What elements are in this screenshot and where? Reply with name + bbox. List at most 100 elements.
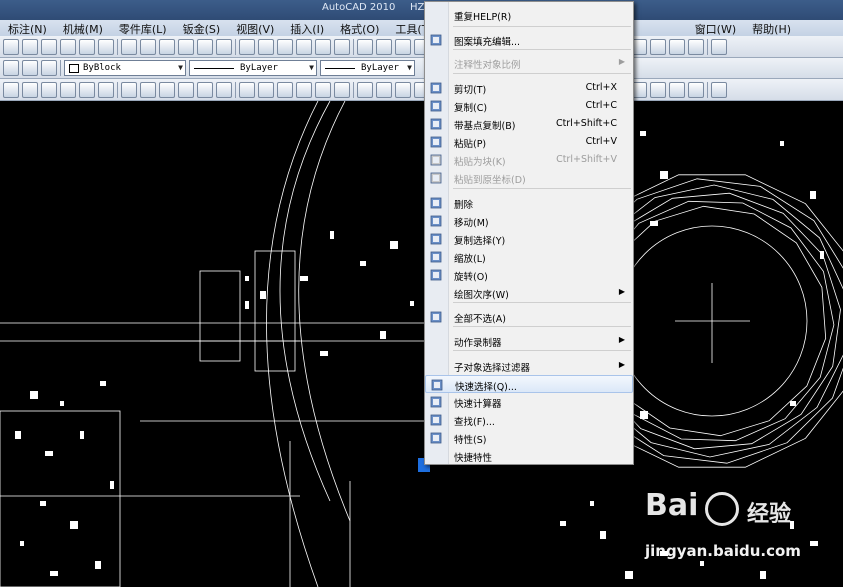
toolbar-icon[interactable] — [197, 38, 213, 55]
context-menu-item[interactable]: 全部不选(A) — [425, 308, 633, 326]
toolbar-icon[interactable] — [41, 81, 57, 98]
menu-item-label: 快捷特性 — [454, 453, 493, 464]
menu-item[interactable] — [671, 20, 687, 36]
context-menu-item[interactable]: 粘贴(P) Ctrl+V — [425, 133, 633, 151]
submenu-arrow-icon: ▶ — [618, 335, 625, 344]
menu-item[interactable]: 钣金(S) — [175, 20, 229, 36]
context-menu-item[interactable]: 复制(C) Ctrl+C — [425, 97, 633, 115]
toolbar-icon[interactable] — [669, 81, 685, 98]
toolbar-icon[interactable] — [376, 38, 392, 55]
toolbar-icon[interactable] — [178, 81, 194, 98]
toolbar-icon[interactable] — [669, 38, 685, 55]
toolbar-icon[interactable] — [98, 81, 114, 98]
toolbar-icon[interactable] — [140, 38, 156, 55]
menu-item[interactable]: 帮助(H) — [744, 20, 799, 36]
cad-marker — [45, 451, 53, 456]
lineweight-combo[interactable]: ByLayer — [320, 60, 415, 76]
toolbar-icon[interactable] — [277, 81, 293, 98]
menu-item[interactable]: 视图(V) — [228, 20, 282, 36]
color-combo[interactable]: ByBlock — [64, 60, 186, 76]
layer-state-icon[interactable] — [22, 60, 38, 76]
toolbar-icon[interactable] — [277, 38, 293, 55]
separator — [235, 38, 236, 55]
toolbar-icon[interactable] — [395, 81, 411, 98]
layer-prev-icon[interactable] — [41, 60, 57, 76]
context-menu-item[interactable]: 快捷特性 — [425, 447, 633, 465]
toolbar-icon[interactable] — [357, 38, 373, 55]
context-menu-item[interactable]: 动作录制器 ▶ — [425, 332, 633, 350]
toolbar-icon[interactable] — [711, 81, 727, 98]
toolbar-icon[interactable] — [395, 38, 411, 55]
menu-item[interactable]: 零件库(L) — [111, 20, 175, 36]
toolbar-icon[interactable] — [159, 38, 175, 55]
cad-marker — [560, 521, 566, 526]
toolbar-icon[interactable] — [711, 38, 727, 55]
toolbar-icon[interactable] — [376, 81, 392, 98]
context-menu-item[interactable]: 图案填充编辑... — [425, 31, 633, 49]
toolbar-icon[interactable] — [688, 81, 704, 98]
toolbar-icon[interactable] — [334, 38, 350, 55]
toolbar-icon[interactable] — [315, 81, 331, 98]
toolbar-icon[interactable] — [60, 38, 76, 55]
toolbar-icon[interactable] — [315, 38, 331, 55]
toolbar-icon[interactable] — [650, 81, 666, 98]
context-menu-item[interactable]: 移动(M) — [425, 212, 633, 230]
toolbar-icon[interactable] — [688, 38, 704, 55]
toolbar-icon[interactable] — [140, 81, 156, 98]
toolbar-icon[interactable] — [79, 81, 95, 98]
toolbar-icon[interactable] — [239, 81, 255, 98]
menu-item[interactable]: 插入(I) — [282, 20, 332, 36]
toolbar-icon[interactable] — [216, 81, 232, 98]
context-menu-item[interactable]: 旋转(O) — [425, 266, 633, 284]
context-menu-item[interactable]: 删除 — [425, 194, 633, 212]
context-menu-item[interactable]: 粘贴为块(K) Ctrl+Shift+V — [425, 151, 633, 169]
toolbar-icon[interactable] — [79, 38, 95, 55]
toolbar-icon[interactable] — [22, 38, 38, 55]
toolbar-icon[interactable] — [98, 38, 114, 55]
toolbar-icon[interactable] — [60, 81, 76, 98]
context-menu-item[interactable]: 缩放(L) — [425, 248, 633, 266]
layer-icon[interactable] — [3, 60, 19, 76]
context-menu-item[interactable]: 特性(S) — [425, 429, 633, 447]
context-menu-item[interactable]: 快速选择(Q)... — [425, 375, 633, 393]
toolbar-icon[interactable] — [334, 81, 350, 98]
toolbar-icon[interactable] — [357, 81, 373, 98]
toolbar-icon[interactable] — [159, 81, 175, 98]
menu-item[interactable]: 机械(M) — [55, 20, 111, 36]
context-menu-item[interactable]: 重复HELP(R) — [425, 6, 633, 24]
context-menu-item[interactable]: 查找(F)... — [425, 411, 633, 429]
toolbar-icon[interactable] — [22, 81, 38, 98]
toolbar-icon[interactable] — [296, 38, 312, 55]
toolbar-icon[interactable] — [41, 38, 57, 55]
menu-item[interactable]: 标注(N) — [0, 20, 55, 36]
context-menu-item[interactable]: 注释性对象比例 ▶ — [425, 54, 633, 72]
toolbar-icon[interactable] — [121, 81, 137, 98]
properties-icon — [430, 432, 442, 444]
toolbar-icon[interactable] — [121, 38, 137, 55]
context-menu-item[interactable]: 粘贴到原坐标(D) — [425, 169, 633, 187]
menu-item[interactable]: 窗口(W) — [687, 20, 744, 36]
deselect-icon — [430, 311, 442, 323]
menu-item[interactable]: 格式(O) — [332, 20, 387, 36]
toolbar-icon[interactable] — [239, 38, 255, 55]
context-menu-item[interactable]: 子对象选择过滤器 ▶ — [425, 357, 633, 375]
toolbar-icon[interactable] — [216, 38, 232, 55]
context-menu-item[interactable]: 复制选择(Y) — [425, 230, 633, 248]
toolbar-icon[interactable] — [650, 38, 666, 55]
toolbar-icon[interactable] — [3, 38, 19, 55]
context-menu-item[interactable]: 剪切(T) Ctrl+X — [425, 79, 633, 97]
toolbar-icon[interactable] — [178, 38, 194, 55]
toolbar-icon[interactable] — [296, 81, 312, 98]
context-menu-item[interactable]: 绘图次序(W) ▶ — [425, 284, 633, 302]
toolbar-icon[interactable] — [3, 81, 19, 98]
toolbar-icon[interactable] — [258, 38, 274, 55]
context-menu-item[interactable]: 带基点复制(B) Ctrl+Shift+C — [425, 115, 633, 133]
menu-item-label: 快速选择(Q)... — [455, 382, 517, 393]
toolbar-icon[interactable] — [197, 81, 213, 98]
menu-item-shortcut: Ctrl+X — [585, 82, 617, 93]
toolbar-icon[interactable] — [258, 81, 274, 98]
linetype-combo[interactable]: ByLayer — [189, 60, 317, 76]
context-menu-item[interactable]: 快速计算器 — [425, 393, 633, 411]
menu-item-label: 注释性对象比例 — [454, 60, 521, 71]
menu-item-label: 查找(F)... — [454, 417, 495, 428]
